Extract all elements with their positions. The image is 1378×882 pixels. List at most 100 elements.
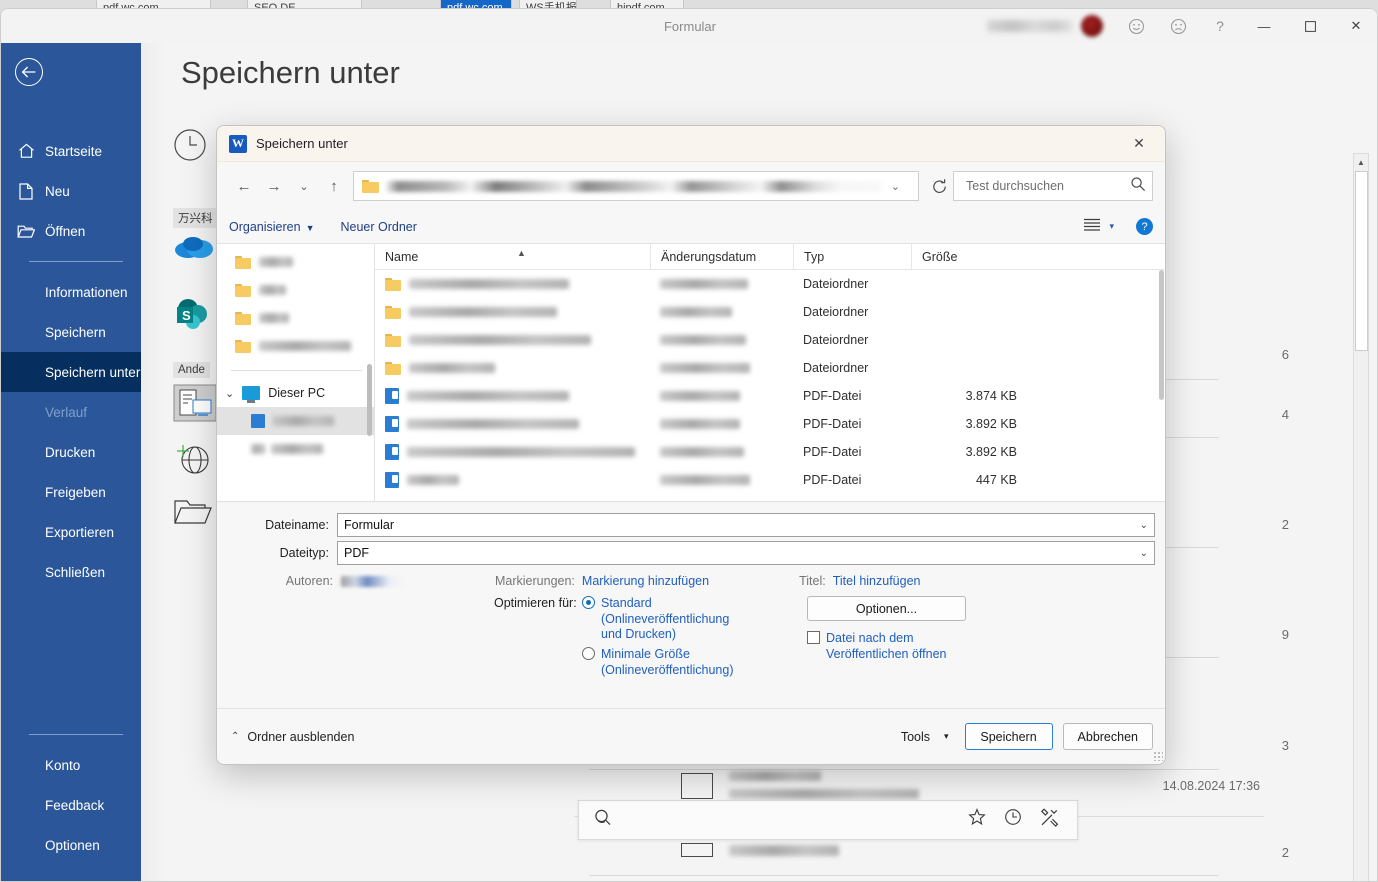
column-header-type[interactable]: Typ — [793, 244, 911, 270]
sidebar-item-konto[interactable]: Konto — [1, 745, 141, 785]
open-after-publish-checkbox-row[interactable]: Datei nach dem Veröffentlichen öffnen — [807, 631, 977, 662]
sidebar-item-neu[interactable]: Neu — [1, 171, 141, 211]
chevron-down-icon[interactable]: ⌄ — [225, 387, 234, 400]
maximize-button[interactable] — [1287, 9, 1333, 43]
tree-item-label: Dieser PC — [268, 386, 326, 400]
search-bar-actions — [968, 808, 1077, 832]
table-row[interactable]: Dateiordner — [375, 270, 1165, 298]
options-button[interactable]: Optionen... — [807, 596, 966, 621]
tools-label: Tools — [900, 729, 930, 744]
tools-icon[interactable] — [1040, 808, 1059, 832]
preview-number: 6 — [1281, 347, 1289, 362]
places-group-label-wanxing: 万兴科 — [173, 208, 218, 228]
chevron-down-icon[interactable]: ⌄ — [1140, 548, 1148, 559]
dialog-close-button[interactable]: ✕ — [1119, 129, 1159, 159]
table-row[interactable]: Dateiordner — [375, 354, 1165, 382]
scrollbar-thumb[interactable] — [1355, 171, 1368, 351]
radio-standard[interactable]: Standard (Onlineveröffentlichung und Dru… — [582, 596, 729, 643]
radio-button-icon[interactable] — [582, 647, 595, 660]
radio-minimal[interactable]: Minimale Größe (Onlineveröffentlichung) — [582, 647, 733, 678]
filename-input[interactable]: Formular ⌄ — [337, 513, 1155, 537]
address-bar[interactable]: ⌄ — [353, 171, 919, 201]
floating-search-bar[interactable] — [578, 800, 1078, 840]
table-row[interactable]: PDF-Datei 447 KB — [375, 466, 1165, 494]
tree-item[interactable] — [217, 276, 374, 304]
tree-item-selected[interactable] — [217, 407, 374, 435]
history-clock-icon[interactable] — [1004, 808, 1022, 832]
tree-scrollbar-thumb[interactable] — [367, 364, 372, 436]
search-refresh-icon[interactable] — [579, 808, 626, 832]
screen-root: pdf.wc.com ⌄ SEO DE ⌄ pdf.wc.com WS手机报 h… — [0, 0, 1378, 882]
sidebar-item-freigeben[interactable]: Freigeben — [1, 472, 141, 512]
sidebar-item-informationen[interactable]: Informationen — [1, 272, 141, 312]
column-header-date[interactable]: Änderungsdatum — [650, 244, 793, 270]
sidebar-item-schliessen[interactable]: Schließen — [1, 552, 141, 592]
back-button[interactable]: ← — [229, 171, 259, 201]
filetype-row: Dateityp: PDF ⌄ — [217, 540, 1165, 566]
chevron-down-icon[interactable]: ⌄ — [1140, 520, 1148, 531]
address-chevron-down-icon[interactable]: ⌄ — [881, 180, 910, 193]
recent-locations-chevron-down-icon[interactable]: ⌄ — [289, 171, 319, 201]
organize-button[interactable]: Organisieren ▼ — [229, 220, 315, 234]
close-button[interactable]: ✕ — [1333, 9, 1377, 43]
sidebar-item-startseite[interactable]: Startseite — [1, 131, 141, 171]
page-title: Speichern unter — [181, 55, 400, 90]
hide-folders-button[interactable]: ⌃ Ordner ausblenden — [231, 730, 354, 744]
file-list-header: Name ▲ Änderungsdatum Typ Größe — [375, 244, 1165, 270]
view-chevron-down-icon[interactable]: ▾ — [1109, 221, 1114, 232]
table-row[interactable]: PDF-Datei 3.892 KB — [375, 438, 1165, 466]
search-input[interactable] — [964, 178, 1130, 194]
column-header-name[interactable]: Name ▲ — [375, 244, 650, 270]
file-date-cell — [650, 475, 793, 485]
tree-item[interactable] — [217, 304, 374, 332]
title-label: Titel: — [799, 574, 826, 588]
table-row[interactable]: Dateiordner — [375, 298, 1165, 326]
scroll-up-icon[interactable]: ▲ — [1354, 154, 1368, 170]
help-icon[interactable]: ? — [1136, 218, 1153, 235]
tree-item[interactable] — [217, 248, 374, 276]
filetype-value: PDF — [344, 546, 369, 560]
filetype-select[interactable]: PDF ⌄ — [337, 541, 1155, 565]
back-arrow-icon[interactable] — [15, 58, 43, 86]
add-tag-link[interactable]: Markierung hinzufügen — [582, 574, 709, 588]
add-title-link[interactable]: Titel hinzufügen — [833, 574, 921, 588]
backstage-scrollbar[interactable]: ▲ ▼ — [1353, 153, 1369, 881]
radio-button-icon[interactable] — [582, 596, 595, 609]
sidebar-item-oeffnen[interactable]: Öffnen — [1, 211, 141, 251]
refresh-button[interactable] — [925, 178, 953, 195]
view-list-icon[interactable] — [1083, 218, 1101, 236]
frown-icon[interactable] — [1157, 9, 1199, 43]
cancel-button[interactable]: Abbrechen — [1062, 723, 1153, 750]
favorite-star-icon[interactable] — [968, 808, 986, 832]
file-date-cell — [650, 447, 793, 457]
save-button[interactable]: Speichern — [964, 723, 1053, 750]
search-box[interactable] — [953, 171, 1153, 201]
sidebar-item-speichern[interactable]: Speichern — [1, 312, 141, 352]
resize-grip[interactable] — [1153, 751, 1163, 761]
table-row[interactable]: Dateiordner — [375, 326, 1165, 354]
avatar[interactable] — [1081, 15, 1103, 37]
tree-item-this-pc[interactable]: ⌄ Dieser PC — [217, 379, 374, 407]
smiley-icon[interactable] — [1115, 9, 1157, 43]
sidebar-item-drucken[interactable]: Drucken — [1, 432, 141, 472]
table-row[interactable]: PDF-Datei 3.892 KB — [375, 410, 1165, 438]
new-folder-button[interactable]: Neuer Ordner — [341, 220, 417, 234]
file-list-scrollbar[interactable] — [1158, 270, 1165, 460]
sidebar-item-speichern-unter[interactable]: Speichern unter — [1, 352, 141, 392]
file-name-cell — [375, 444, 650, 460]
up-button[interactable]: ↑ — [319, 171, 349, 201]
table-row[interactable]: PDF-Datei 3.874 KB — [375, 382, 1165, 410]
column-header-size[interactable]: Größe — [911, 244, 1031, 270]
sidebar-item-feedback[interactable]: Feedback — [1, 785, 141, 825]
search-icon[interactable] — [1130, 176, 1146, 197]
tree-item[interactable] — [217, 332, 374, 360]
sidebar-item-optionen[interactable]: Optionen — [1, 825, 141, 865]
help-icon[interactable]: ? — [1199, 9, 1241, 43]
tools-button[interactable]: Tools ▾ — [895, 730, 955, 744]
minimize-button[interactable]: — — [1241, 9, 1287, 43]
sidebar-item-exportieren[interactable]: Exportieren — [1, 512, 141, 552]
forward-button[interactable]: → — [259, 171, 289, 201]
checkbox-icon[interactable] — [807, 631, 820, 644]
tree-item[interactable] — [217, 435, 374, 463]
authors-value-blurred[interactable] — [341, 575, 403, 587]
